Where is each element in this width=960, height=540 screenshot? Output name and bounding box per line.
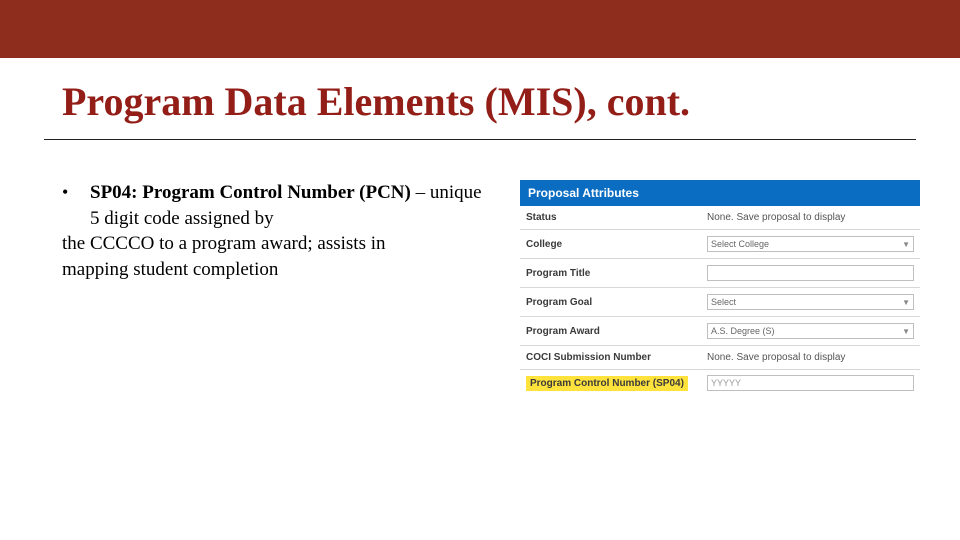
select-college-value: Select College: [711, 239, 769, 249]
select-program-award-value: A.S. Degree (S): [711, 326, 775, 336]
label-program-award: Program Award: [526, 326, 701, 337]
row-program-title: Program Title: [520, 259, 920, 288]
value-status: None. Save proposal to display: [707, 212, 914, 223]
label-status: Status: [526, 212, 701, 223]
row-program-goal: Program Goal Select ▼: [520, 288, 920, 317]
row-pcn: Program Control Number (SP04) YYYYY: [520, 370, 920, 396]
label-program-goal: Program Goal: [526, 297, 701, 308]
chevron-down-icon: ▼: [902, 298, 910, 307]
proposal-attributes-panel: Proposal Attributes Status None. Save pr…: [520, 180, 920, 396]
input-pcn-placeholder: YYYYY: [711, 378, 741, 388]
label-coci: COCI Submission Number: [526, 352, 701, 363]
bullet-text-block: • SP04: Program Control Number (PCN) – u…: [62, 180, 482, 396]
row-college: College Select College ▼: [520, 230, 920, 259]
chevron-down-icon: ▼: [902, 240, 910, 249]
label-program-title: Program Title: [526, 268, 701, 279]
row-coci: COCI Submission Number None. Save propos…: [520, 346, 920, 370]
content-area: • SP04: Program Control Number (PCN) – u…: [0, 140, 960, 396]
bullet-line-3: mapping student completion: [62, 257, 482, 283]
bullet-line-2: the CCCCO to a program award; assists in: [62, 231, 482, 257]
select-program-award[interactable]: A.S. Degree (S) ▼: [707, 323, 914, 339]
value-coci: None. Save proposal to display: [707, 352, 914, 363]
row-status: Status None. Save proposal to display: [520, 206, 920, 230]
slide-title: Program Data Elements (MIS), cont.: [0, 58, 960, 133]
select-program-goal[interactable]: Select ▼: [707, 294, 914, 310]
input-pcn[interactable]: YYYYY: [707, 375, 914, 391]
label-pcn: Program Control Number (SP04): [526, 376, 701, 391]
select-college[interactable]: Select College ▼: [707, 236, 914, 252]
chevron-down-icon: ▼: [902, 327, 910, 336]
top-bar: [0, 0, 960, 58]
panel-header: Proposal Attributes: [520, 180, 920, 206]
input-program-title[interactable]: [707, 265, 914, 281]
row-program-award: Program Award A.S. Degree (S) ▼: [520, 317, 920, 346]
select-program-goal-value: Select: [711, 297, 736, 307]
bullet-dot: •: [62, 180, 90, 231]
label-pcn-highlight: Program Control Number (SP04): [526, 376, 688, 391]
bullet-line-1: SP04: Program Control Number (PCN) – uni…: [90, 180, 482, 231]
bullet-lead: SP04: Program Control Number (PCN): [90, 182, 411, 203]
label-college: College: [526, 239, 701, 250]
